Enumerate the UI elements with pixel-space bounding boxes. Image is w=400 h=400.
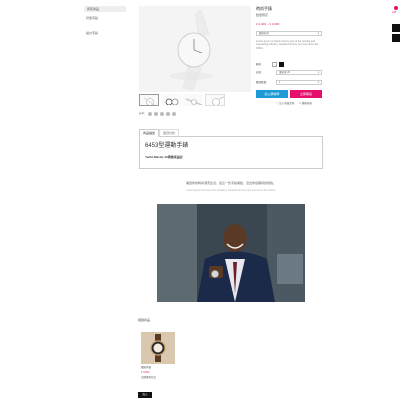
watch-pair-thumb-icon [165,98,179,105]
facebook-share-icon[interactable] [148,112,152,116]
notification-badge[interactable]: 在線 [392,6,400,16]
line-share-icon[interactable] [160,112,164,116]
details-en-paragraph: Lorem ipsum has been the industry's stan… [186,189,276,192]
add-to-cart-button[interactable]: 加入購物車 [256,90,288,98]
chat-icon: ✉ [299,102,302,105]
variant-select-value: 細與粉木 [259,32,270,35]
thumbnail-4[interactable] [205,94,225,106]
link-share-icon[interactable] [172,112,176,116]
chevron-down-icon: ▾ [317,71,319,74]
related-item-note: 加購優惠商品 [141,376,157,379]
badge-label: 在線 [392,12,397,14]
tab-panel [139,136,323,169]
badge-dot [394,6,398,10]
color-swatch-white[interactable] [272,62,277,67]
related-title: 相關商品 [138,318,151,322]
color-label: 顏色： [256,63,264,66]
variant-select[interactable]: 細與粉木 ▾ [256,31,322,36]
product-description: Lorem ipsum is simply dummy text of the … [256,40,319,50]
buy-now-button[interactable]: 立即購買 [290,90,322,98]
top-button[interactable] [392,34,400,42]
chevron-down-icon: ▾ [317,81,319,84]
sidebar-item-design-watch[interactable]: 設計手錶 [86,31,98,35]
wishlist-label: 加入收藏清單 [279,102,295,105]
color-swatch-black[interactable] [279,62,284,67]
strap-select-value: 課表帶 20 [279,71,290,74]
twitter-share-icon[interactable] [154,112,158,116]
wishlist-link[interactable]: ♡ 加入收藏清單 [276,102,294,106]
watch-angle-thumb-icon [212,96,224,105]
details-cn-paragraph: 開啟你的時尚潮流生活，從這一隻手錶開始，活出你最獨特的風格。 [185,181,276,185]
quantity-select-value: 1 [279,81,281,84]
details-subheading: Yacht-Master 40與魚灰設計 [145,155,183,159]
chat-button[interactable] [392,24,400,32]
related-item-name[interactable]: 潮流手錶 [141,366,151,370]
lifestyle-photo [157,204,305,302]
quantity-label: 購買數量： [256,81,269,84]
details-heading: 6453型運動手錶 [145,143,189,149]
email-share-icon[interactable] [166,112,170,116]
tab-description[interactable]: 商品描述 [139,129,159,137]
product-price: ¥ 2,400 – ¥ 3,600 [256,22,280,26]
thumbnail-1[interactable] [139,94,159,106]
quantity-select[interactable]: 1 ▾ [276,80,322,85]
contact-label: 聯絡客服 [301,102,312,105]
share-label: 分享： [139,112,147,115]
watch-side-thumb-icon [185,98,202,105]
strap-label: 表帶： [256,71,264,74]
strap-select[interactable]: 課表帶 20 ▾ [276,70,322,75]
thumbnail-3[interactable] [183,94,203,106]
related-watch-image [141,332,175,364]
sidebar-header: 所有商品 [84,6,126,12]
watch-thumb-icon [143,97,156,105]
watch-illustration [169,9,213,91]
chevron-down-icon: ▾ [317,32,319,35]
related-add-button[interactable]: 加入 [138,392,152,398]
related-product-image[interactable] [141,332,175,364]
man-in-suit-image [157,204,305,302]
product-title: 時尚手錶 [256,6,272,11]
contact-link[interactable]: ✉ 聯絡客服 [299,102,312,106]
related-item-price: ¥ 3,600 [141,371,150,374]
thumbnail-2[interactable] [161,94,181,106]
sidebar-item-smart-watch[interactable]: 智能手錶 [86,16,98,20]
product-subtitle: 數量限定 [256,13,269,17]
product-main-image[interactable] [139,6,251,92]
